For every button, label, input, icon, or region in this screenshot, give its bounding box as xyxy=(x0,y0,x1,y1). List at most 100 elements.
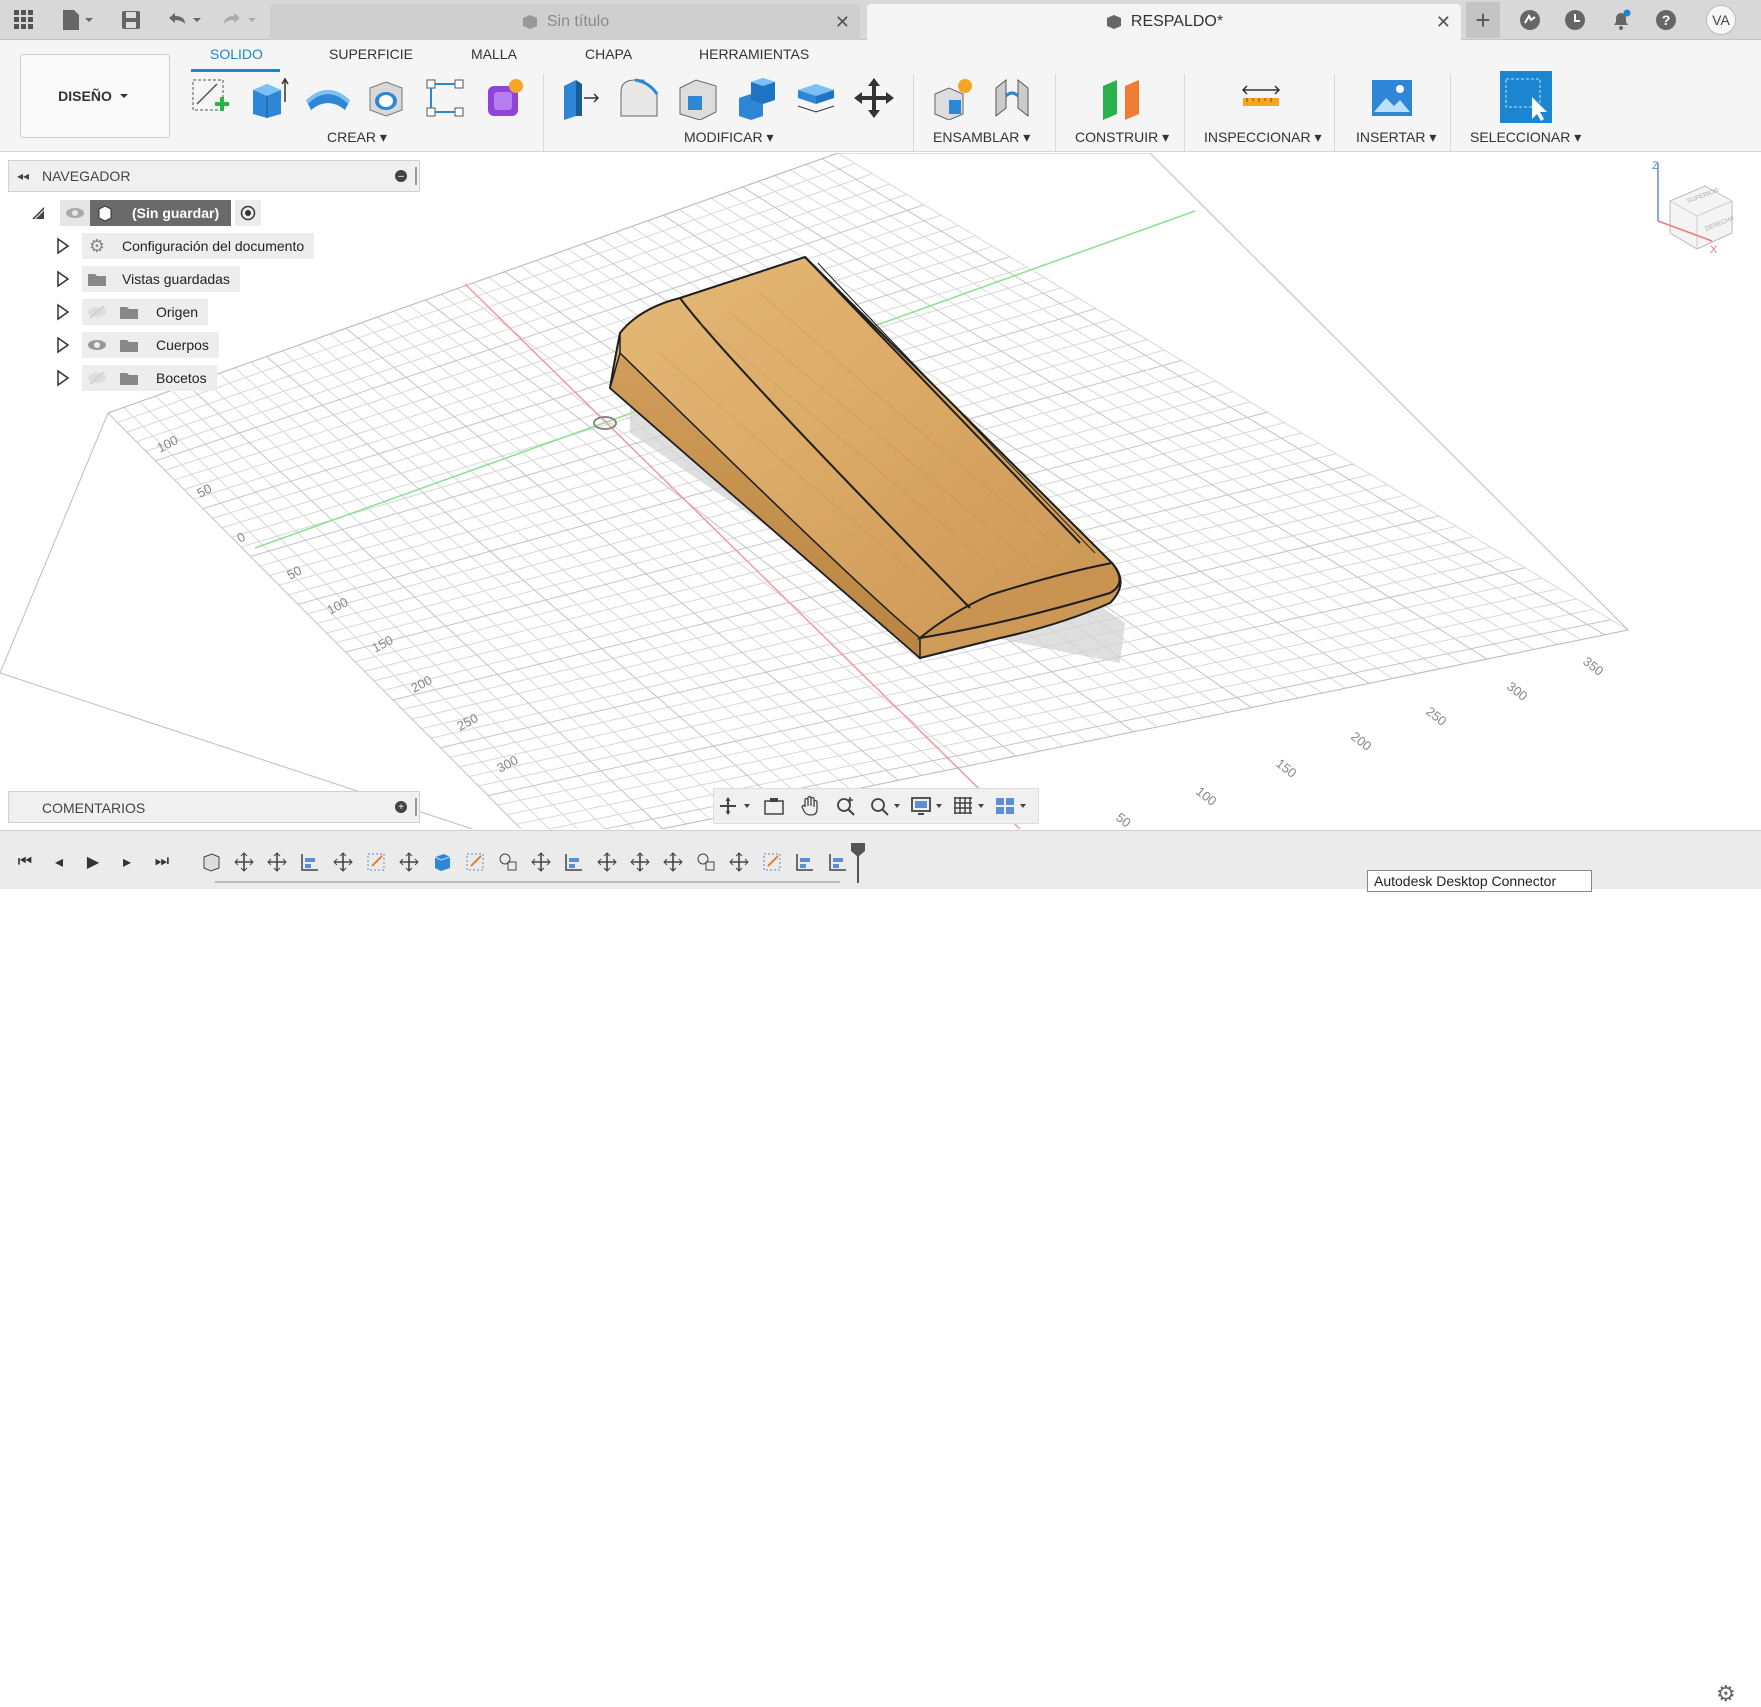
timeline-feature-sketch-icon[interactable] xyxy=(464,851,486,873)
expand-arrow-icon[interactable] xyxy=(56,336,70,354)
add-comment-icon[interactable]: + xyxy=(395,801,407,813)
group-insertar[interactable]: INSERTAR ▾ xyxy=(1356,129,1436,146)
job-status-icon[interactable] xyxy=(1561,6,1589,34)
timeline-marker-icon[interactable] xyxy=(850,843,866,883)
tab-superficie[interactable]: SUPERFICIE xyxy=(329,46,413,62)
collapse-panel-icon[interactable]: ◂◂ xyxy=(17,169,29,183)
timeline-feature-combine-icon[interactable] xyxy=(695,851,717,873)
tab-malla[interactable]: MALLA xyxy=(471,46,517,62)
file-menu-button[interactable] xyxy=(58,6,98,34)
press-pull-icon[interactable] xyxy=(557,74,603,122)
redo-icon[interactable] xyxy=(218,6,260,34)
revolve-icon[interactable] xyxy=(305,74,351,122)
eye-icon[interactable] xyxy=(82,332,112,358)
apps-grid-icon[interactable] xyxy=(10,6,38,34)
eye-hidden-icon[interactable] xyxy=(82,365,112,391)
create-sketch-icon[interactable] xyxy=(188,74,234,122)
expand-arrow-icon[interactable] xyxy=(56,237,70,255)
form-icon[interactable] xyxy=(481,74,527,122)
timeline-feature-move-icon[interactable] xyxy=(398,851,420,873)
expand-arrow-icon[interactable] xyxy=(56,303,70,321)
new-tab-plus-icon[interactable]: + xyxy=(1466,2,1500,38)
timeline-feature-move-icon[interactable] xyxy=(332,851,354,873)
group-inspeccionar[interactable]: INSPECCIONAR ▾ xyxy=(1204,129,1322,146)
group-ensamblar[interactable]: ENSAMBLAR ▾ xyxy=(933,129,1030,146)
tab-chapa[interactable]: CHAPA xyxy=(585,46,632,62)
measure-icon[interactable] xyxy=(1238,74,1284,122)
close-icon[interactable]: ✕ xyxy=(835,12,850,33)
timeline-feature-body-icon[interactable] xyxy=(431,851,453,873)
offset-face-icon[interactable] xyxy=(793,74,839,122)
help-icon[interactable]: ? xyxy=(1652,6,1680,34)
save-icon[interactable] xyxy=(117,6,145,34)
timeline-feature-move-icon[interactable] xyxy=(629,851,651,873)
look-at-icon[interactable] xyxy=(756,791,792,821)
step-forward-icon[interactable]: ▸ xyxy=(115,852,139,872)
navigator-item-bocetos[interactable]: Bocetos xyxy=(56,365,217,391)
play-icon[interactable]: ▶ xyxy=(81,852,105,872)
group-crear[interactable]: CREAR ▾ xyxy=(327,129,387,146)
eye-hidden-icon[interactable] xyxy=(82,299,112,325)
comments-header[interactable]: COMENTARIOS + xyxy=(8,791,420,823)
minimize-panel-icon[interactable]: – xyxy=(395,170,407,182)
select-icon[interactable] xyxy=(1499,70,1553,124)
close-icon[interactable]: ✕ xyxy=(1436,12,1451,33)
insert-image-icon[interactable] xyxy=(1369,74,1415,122)
navigator-item-configuracion[interactable]: ⚙ Configuración del documento xyxy=(56,233,315,259)
tab-herramientas[interactable]: HERRAMIENTAS xyxy=(699,46,809,62)
viewcube[interactable]: Z X SUPERIOR DERECHA xyxy=(1650,161,1750,261)
timeline-feature-cube-icon[interactable] xyxy=(200,851,222,873)
panel-grip-icon[interactable] xyxy=(415,798,417,816)
panel-grip-icon[interactable] xyxy=(415,167,417,185)
timeline-feature-sketch-icon[interactable] xyxy=(365,851,387,873)
fillet-icon[interactable] xyxy=(616,74,662,122)
zoom-icon[interactable] xyxy=(828,791,864,821)
undo-icon[interactable] xyxy=(163,6,205,34)
expand-arrow-icon[interactable] xyxy=(56,369,70,387)
offset-plane-icon[interactable] xyxy=(1098,74,1144,122)
timeline-feature-move-icon[interactable] xyxy=(233,851,255,873)
group-modificar[interactable]: MODIFICAR ▾ xyxy=(684,129,773,146)
workspace-switcher[interactable]: DISEÑO xyxy=(20,54,170,138)
eye-icon[interactable] xyxy=(60,200,90,226)
grid-settings-icon[interactable] xyxy=(948,791,990,821)
timeline-feature-move-icon[interactable] xyxy=(266,851,288,873)
move-icon[interactable] xyxy=(851,74,897,122)
navigator-item-origen[interactable]: Origen xyxy=(56,299,209,325)
combine-icon[interactable] xyxy=(734,74,780,122)
tab-respaldo[interactable]: RESPALDO* ✕ xyxy=(867,4,1461,40)
pan-hand-icon[interactable] xyxy=(792,791,828,821)
display-settings-icon[interactable] xyxy=(906,791,948,821)
activate-radio-icon[interactable] xyxy=(235,200,262,226)
extrude-icon[interactable] xyxy=(246,74,292,122)
navigator-item-cuerpos[interactable]: Cuerpos xyxy=(56,332,219,358)
avatar[interactable]: VA xyxy=(1706,5,1736,35)
timeline-feature-align-icon[interactable] xyxy=(299,851,321,873)
group-seleccionar[interactable]: SELECCIONAR ▾ xyxy=(1470,129,1581,146)
timeline-feature-align-icon[interactable] xyxy=(827,851,849,873)
fit-zoom-icon[interactable] xyxy=(864,791,906,821)
navigator-root-row[interactable]: (Sin guardar) xyxy=(30,200,262,226)
orbit-icon[interactable] xyxy=(714,791,756,821)
root-collapse-icon[interactable] xyxy=(30,205,46,221)
timeline-feature-sketch-icon[interactable] xyxy=(761,851,783,873)
extensions-icon[interactable] xyxy=(1516,6,1544,34)
settings-gear-icon[interactable]: ⚙ xyxy=(1716,1681,1736,1707)
timeline-feature-move-icon[interactable] xyxy=(530,851,552,873)
tab-solido[interactable]: SOLIDO xyxy=(210,46,263,62)
notifications-icon[interactable] xyxy=(1607,6,1635,34)
timeline-feature-combine-icon[interactable] xyxy=(497,851,519,873)
timeline-feature-move-icon[interactable] xyxy=(596,851,618,873)
step-back-icon[interactable]: ◂ xyxy=(47,852,71,872)
pattern-icon[interactable] xyxy=(422,74,468,122)
joint-icon[interactable] xyxy=(989,74,1035,122)
shell-icon[interactable] xyxy=(675,74,721,122)
viewports-icon[interactable] xyxy=(990,791,1032,821)
go-to-end-icon[interactable]: ⏭ xyxy=(150,852,174,872)
group-construir[interactable]: CONSTRUIR ▾ xyxy=(1075,129,1169,146)
navigator-item-vistas[interactable]: Vistas guardadas xyxy=(56,266,240,292)
timeline-feature-move-icon[interactable] xyxy=(728,851,750,873)
timeline-feature-align-icon[interactable] xyxy=(794,851,816,873)
hole-icon[interactable] xyxy=(363,74,409,122)
tab-sin-titulo[interactable]: Sin título ✕ xyxy=(270,4,860,40)
